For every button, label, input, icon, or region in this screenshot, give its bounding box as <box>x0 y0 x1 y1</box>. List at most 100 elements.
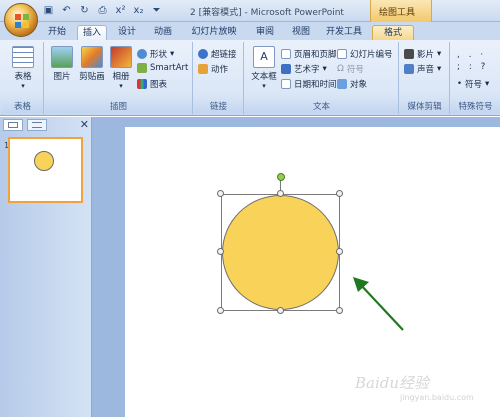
resize-handle-n[interactable] <box>277 190 284 197</box>
close-icon[interactable]: ✕ <box>80 118 89 131</box>
resize-handle-e[interactable] <box>336 248 343 255</box>
object-button[interactable]: 对象 <box>337 78 367 90</box>
picture-label: 图片 <box>53 72 71 82</box>
slide-thumbnail[interactable] <box>8 137 83 203</box>
sound-icon <box>404 64 414 74</box>
movie-button[interactable]: 影片 ▾ <box>404 48 441 60</box>
dot-icon: · <box>480 50 490 60</box>
slide-number-label: 幻灯片编号 <box>350 50 393 60</box>
object-icon <box>337 79 347 89</box>
header-footer-label: 页眉和页脚 <box>294 50 337 60</box>
rotation-handle[interactable] <box>277 173 285 181</box>
sound-button[interactable]: 声音 ▾ <box>404 63 441 75</box>
circle-shape[interactable] <box>222 195 339 310</box>
resize-handle-sw[interactable] <box>217 307 224 314</box>
resize-handle-nw[interactable] <box>217 190 224 197</box>
redo-icon[interactable]: ↻ <box>78 4 91 17</box>
symbol-button[interactable]: Ω 符号 <box>337 63 364 75</box>
bullet-icon: • <box>457 79 463 89</box>
outline-tab[interactable] <box>27 119 47 131</box>
chevron-down-icon: ▾ <box>437 64 442 74</box>
title-bar: ▣ ↶ ↻ ⎙ x² x₂ ⏷ 2 [兼容模式] - Microsoft Pow… <box>0 0 500 22</box>
special-symbol-label: 符号 <box>465 80 483 90</box>
movie-label: 影片 <box>417 50 435 60</box>
office-button[interactable] <box>4 3 38 37</box>
print-icon[interactable]: ⎙ <box>96 4 109 17</box>
group-text: A 文本框 ▾ 页眉和页脚 艺术字 ▾ 日期和时间 幻灯片编号 Ω 符号 对象 <box>245 42 399 114</box>
tab-slideshow[interactable]: 幻灯片放映 <box>188 25 240 40</box>
slides-tab[interactable] <box>3 119 23 131</box>
clipart-button[interactable]: 剪贴画 <box>77 46 107 82</box>
chevron-down-icon: ▾ <box>119 82 123 90</box>
action-button[interactable]: 动作 <box>198 63 228 75</box>
clipart-label: 剪贴画 <box>79 72 105 82</box>
customize-qat-icon[interactable]: ⏷ <box>150 4 163 17</box>
tab-view[interactable]: 视图 <box>288 25 314 40</box>
save-icon[interactable]: ▣ <box>42 4 55 17</box>
resize-handle-se[interactable] <box>336 307 343 314</box>
album-button[interactable]: 相册 ▾ <box>108 46 134 90</box>
object-label: 对象 <box>350 80 368 90</box>
special-symbol-button[interactable]: • 符号 ▾ <box>457 78 489 90</box>
smartart-label: SmartArt <box>150 63 189 73</box>
tab-format[interactable]: 格式 <box>372 25 414 40</box>
album-icon <box>110 46 132 68</box>
subscript-icon[interactable]: x₂ <box>132 4 145 17</box>
group-label-media: 媒体剪辑 <box>400 101 449 113</box>
superscript-icon[interactable]: x² <box>114 4 127 17</box>
wordart-label: 艺术字 <box>294 65 320 75</box>
resize-handle-w[interactable] <box>217 248 224 255</box>
chevron-down-icon: ▾ <box>322 64 327 74</box>
slide-number-button[interactable]: 幻灯片编号 <box>337 48 393 60</box>
wordart-button[interactable]: 艺术字 ▾ <box>281 63 327 75</box>
tab-developer[interactable]: 开发工具 <box>324 25 364 40</box>
tab-animation[interactable]: 动画 <box>149 25 177 40</box>
drawing-tools-label: 绘图工具 <box>379 8 416 18</box>
group-links: 超链接 动作 链接 <box>194 42 244 114</box>
clipart-icon <box>81 46 103 68</box>
question-icon: ? <box>480 62 492 72</box>
watermark-url: jingyan.baidu.com <box>400 393 474 402</box>
window-title: 2 [兼容模式] - Microsoft PowerPoint <box>190 8 344 18</box>
hyperlink-icon <box>198 49 208 59</box>
watermark-brand: Baidu经验 <box>355 374 430 392</box>
datetime-label: 日期和时间 <box>294 80 337 90</box>
group-tables: 表格 ▾ 表格 <box>2 42 44 114</box>
colon-icon: : <box>468 62 478 72</box>
datetime-button[interactable]: 日期和时间 <box>281 78 337 90</box>
group-illustrations: 图片 剪贴画 相册 ▾ 形状 ▾ SmartArt 图表 插图 <box>45 42 193 114</box>
shapes-button[interactable]: 形状 ▾ <box>137 48 174 60</box>
tab-design[interactable]: 设计 <box>113 25 141 40</box>
omega-icon: Ω <box>337 64 344 74</box>
album-label: 相册 <box>112 72 130 82</box>
undo-icon[interactable]: ↶ <box>60 4 73 17</box>
table-icon <box>12 46 34 68</box>
chevron-down-icon: ▾ <box>437 49 442 59</box>
chevron-down-icon: ▾ <box>170 49 175 59</box>
punctuation-row-2[interactable]: ; : ? <box>457 62 491 72</box>
punctuation-row-1[interactable]: , . · <box>457 50 489 60</box>
textbox-button[interactable]: A 文本框 ▾ <box>249 46 279 90</box>
tab-review[interactable]: 审阅 <box>252 25 278 40</box>
hyperlink-label: 超链接 <box>211 50 237 60</box>
chart-label: 图表 <box>150 80 168 90</box>
slides-pane: ✕ 1 <box>0 117 92 417</box>
group-label-special-symbols: 特殊符号 <box>451 101 500 113</box>
shapes-label: 形状 <box>150 50 168 60</box>
resize-handle-ne[interactable] <box>336 190 343 197</box>
chart-button[interactable]: 图表 <box>137 78 167 90</box>
tab-insert[interactable]: 插入 <box>77 25 107 40</box>
semicolon-icon: ; <box>457 62 466 72</box>
action-label: 动作 <box>211 65 229 75</box>
pane-tabs: ✕ <box>3 118 89 133</box>
tab-home[interactable]: 开始 <box>42 25 72 40</box>
resize-handle-s[interactable] <box>277 307 284 314</box>
picture-button[interactable]: 图片 <box>49 46 75 82</box>
table-button[interactable]: 表格 ▾ <box>10 46 36 90</box>
quick-access-toolbar: ▣ ↶ ↻ ⎙ x² x₂ ⏷ <box>42 4 163 17</box>
smartart-button[interactable]: SmartArt <box>137 63 188 73</box>
slide-number-icon <box>337 49 347 59</box>
chevron-down-icon: ▾ <box>262 82 266 90</box>
header-footer-button[interactable]: 页眉和页脚 <box>281 48 337 60</box>
hyperlink-button[interactable]: 超链接 <box>198 48 237 60</box>
